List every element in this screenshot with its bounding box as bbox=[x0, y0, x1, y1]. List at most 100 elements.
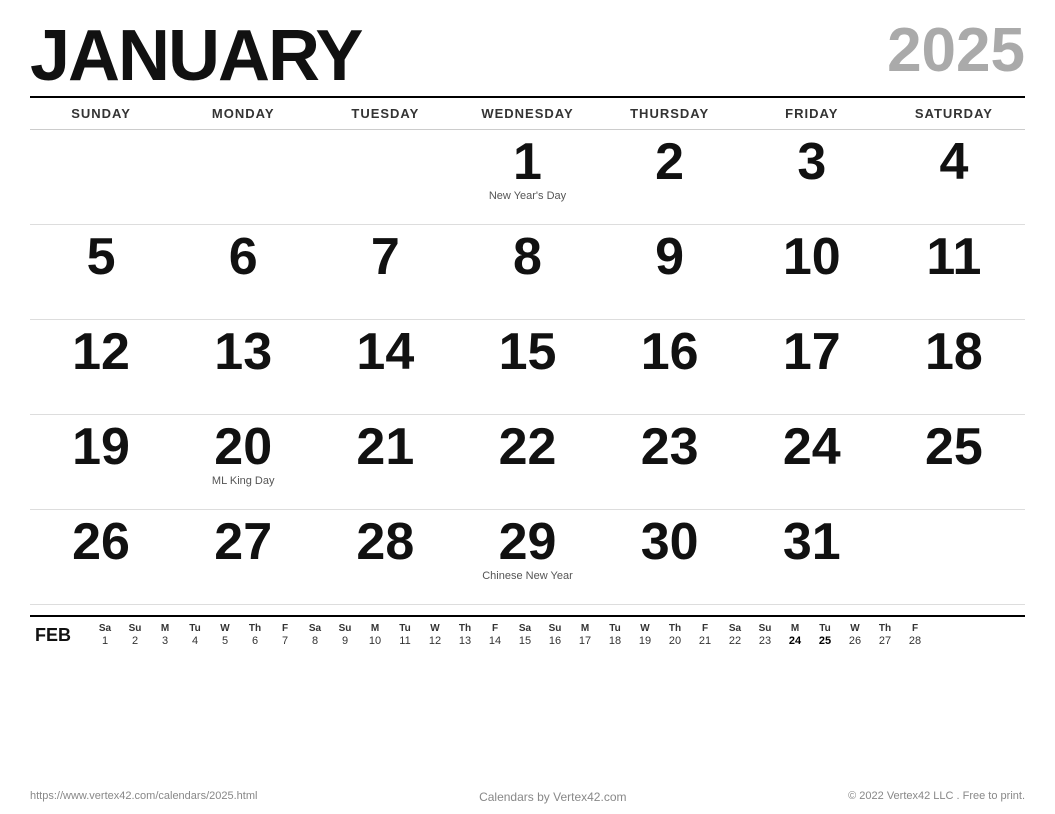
day-number: 14 bbox=[356, 326, 414, 378]
day-number: 19 bbox=[72, 421, 130, 473]
day-cell-16: 16 bbox=[599, 320, 741, 415]
mini-header: W bbox=[210, 623, 240, 634]
mini-day: 11 bbox=[390, 634, 420, 648]
mini-day: 16 bbox=[540, 634, 570, 648]
mini-header: Sa bbox=[720, 623, 750, 634]
day-number: 30 bbox=[641, 516, 699, 568]
calendar-header: JANUARY 2025 bbox=[30, 20, 1025, 92]
day-cell-8: 8 bbox=[456, 225, 598, 320]
day-headers-row: SUNDAYMONDAYTUESDAYWEDNESDAYTHURSDAYFRID… bbox=[30, 96, 1025, 130]
day-header-thursday: THURSDAY bbox=[599, 102, 741, 125]
day-header-friday: FRIDAY bbox=[741, 102, 883, 125]
day-number: 1 bbox=[513, 136, 542, 188]
day-number: 4 bbox=[939, 136, 968, 188]
day-cell-29: 29Chinese New Year bbox=[456, 510, 598, 605]
day-cell-3: 3 bbox=[741, 130, 883, 225]
day-cell-2: 2 bbox=[599, 130, 741, 225]
calendar-grid: 1New Year's Day2345678910111213141516171… bbox=[30, 130, 1025, 605]
day-number: 3 bbox=[797, 136, 826, 188]
day-number: 15 bbox=[499, 326, 557, 378]
day-number: 23 bbox=[641, 421, 699, 473]
day-cell-22: 22 bbox=[456, 415, 598, 510]
mini-day: 5 bbox=[210, 634, 240, 648]
day-cell-9: 9 bbox=[599, 225, 741, 320]
footer-left: https://www.vertex42.com/calendars/2025.… bbox=[30, 790, 257, 804]
mini-day: 21 bbox=[690, 634, 720, 648]
mini-header: M bbox=[570, 623, 600, 634]
day-event: New Year's Day bbox=[489, 190, 566, 202]
mini-day: 18 bbox=[600, 634, 630, 648]
mini-header: F bbox=[900, 623, 930, 634]
day-number: 18 bbox=[925, 326, 983, 378]
mini-day: 2 bbox=[120, 634, 150, 648]
day-cell-12: 12 bbox=[30, 320, 172, 415]
day-number: 28 bbox=[356, 516, 414, 568]
mini-day: 8 bbox=[300, 634, 330, 648]
mini-day: 3 bbox=[150, 634, 180, 648]
mini-header: M bbox=[360, 623, 390, 634]
day-cell-23: 23 bbox=[599, 415, 741, 510]
day-cell-30: 30 bbox=[599, 510, 741, 605]
mini-day: 12 bbox=[420, 634, 450, 648]
day-cell-21: 21 bbox=[314, 415, 456, 510]
calendar-container: JANUARY 2025 SUNDAYMONDAYTUESDAYWEDNESDA… bbox=[0, 0, 1055, 658]
day-cell-17: 17 bbox=[741, 320, 883, 415]
day-cell-13: 13 bbox=[172, 320, 314, 415]
day-header-sunday: SUNDAY bbox=[30, 102, 172, 125]
mini-header: Th bbox=[450, 623, 480, 634]
mini-header: Tu bbox=[600, 623, 630, 634]
day-cell-19: 19 bbox=[30, 415, 172, 510]
mini-header: M bbox=[150, 623, 180, 634]
day-cell-27: 27 bbox=[172, 510, 314, 605]
mini-header: Su bbox=[120, 623, 150, 634]
mini-header: Sa bbox=[90, 623, 120, 634]
mini-header: Th bbox=[870, 623, 900, 634]
mini-day: 28 bbox=[900, 634, 930, 648]
day-cell-24: 24 bbox=[741, 415, 883, 510]
day-number: 9 bbox=[655, 231, 684, 283]
day-number: 12 bbox=[72, 326, 130, 378]
mini-header: Tu bbox=[180, 623, 210, 634]
mini-day: 1 bbox=[90, 634, 120, 648]
mini-day: 4 bbox=[180, 634, 210, 648]
day-cell-25: 25 bbox=[883, 415, 1025, 510]
mini-header: F bbox=[480, 623, 510, 634]
day-header-monday: MONDAY bbox=[172, 102, 314, 125]
footer-right: © 2022 Vertex42 LLC . Free to print. bbox=[848, 790, 1025, 804]
day-number: 31 bbox=[783, 516, 841, 568]
mini-calendar-section: FEB SaSuMTuWThFSaSuMTuWThFSaSuMTuWThFSaS… bbox=[30, 615, 1025, 648]
day-number: 10 bbox=[783, 231, 841, 283]
month-title: JANUARY bbox=[30, 20, 361, 92]
mini-header: W bbox=[630, 623, 660, 634]
mini-header: Th bbox=[240, 623, 270, 634]
mini-header: Su bbox=[330, 623, 360, 634]
mini-header: F bbox=[270, 623, 300, 634]
day-number: 13 bbox=[214, 326, 272, 378]
footer-center: Calendars by Vertex42.com bbox=[479, 790, 626, 804]
day-header-saturday: SATURDAY bbox=[883, 102, 1025, 125]
day-cell-1: 1 New Year's Day bbox=[456, 130, 598, 225]
mini-header: Th bbox=[660, 623, 690, 634]
empty-cell bbox=[883, 510, 1025, 605]
mini-day: 13 bbox=[450, 634, 480, 648]
day-number: 21 bbox=[356, 421, 414, 473]
day-header-wednesday: WEDNESDAY bbox=[456, 102, 598, 125]
day-number: 26 bbox=[72, 516, 130, 568]
day-number: 16 bbox=[641, 326, 699, 378]
empty-cell bbox=[314, 130, 456, 225]
day-number: 6 bbox=[229, 231, 258, 283]
day-event: Chinese New Year bbox=[482, 570, 573, 582]
day-number: 5 bbox=[87, 231, 116, 283]
mini-header: Sa bbox=[300, 623, 330, 634]
day-cell-20: 20ML King Day bbox=[172, 415, 314, 510]
day-event: ML King Day bbox=[212, 475, 275, 487]
mini-day: 20 bbox=[660, 634, 690, 648]
day-number: 2 bbox=[655, 136, 684, 188]
day-cell-18: 18 bbox=[883, 320, 1025, 415]
mini-header: M bbox=[780, 623, 810, 634]
day-number: 25 bbox=[925, 421, 983, 473]
mini-header: F bbox=[690, 623, 720, 634]
day-cell-4: 4 bbox=[883, 130, 1025, 225]
mini-day: 22 bbox=[720, 634, 750, 648]
mini-header: Sa bbox=[510, 623, 540, 634]
